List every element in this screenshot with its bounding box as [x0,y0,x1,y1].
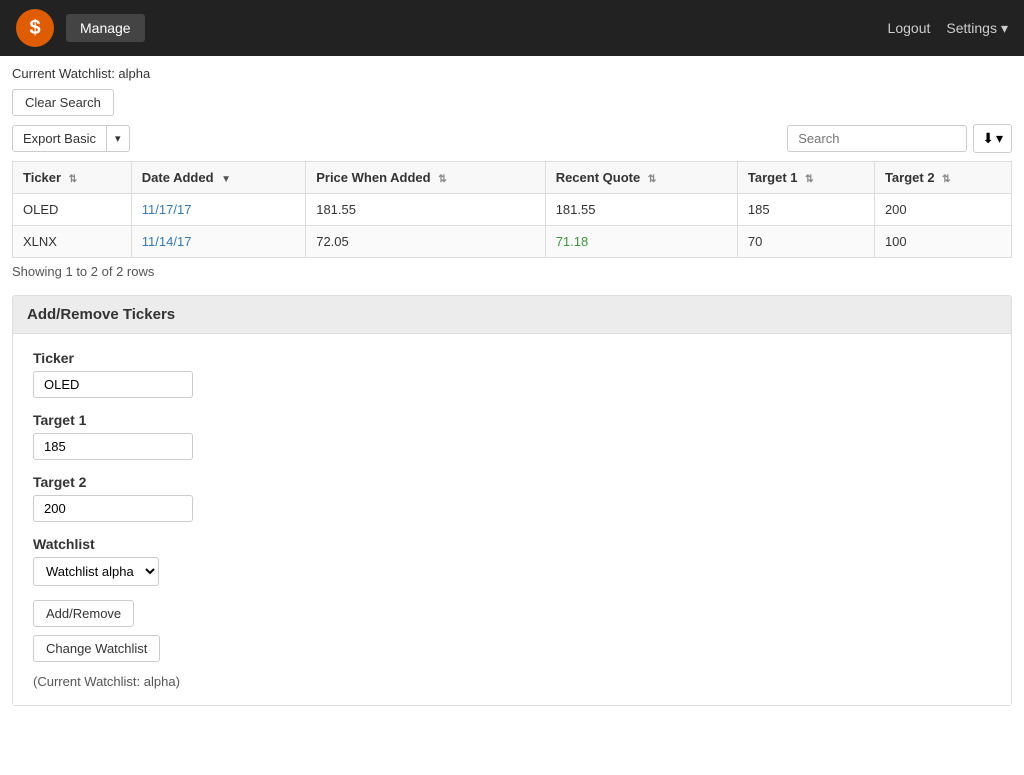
target1-input[interactable] [33,433,193,460]
dropdown-caret-icon: ▾ [996,130,1003,147]
page-content: Current Watchlist: alpha Clear Search Ex… [0,56,1024,728]
cell-ticker: OLED [13,194,132,226]
settings-dropdown[interactable]: Settings ▾ [946,20,1008,37]
watchlist-group: Watchlist Watchlist alpha [33,536,991,586]
add-remove-body: Ticker Target 1 Target 2 Watchlist Watch… [13,334,1011,705]
watchlist-table: Ticker ⇅ Date Added ▼ Price When Added ⇅… [12,161,1012,258]
col-ticker[interactable]: Ticker ⇅ [13,162,132,194]
col-target1[interactable]: Target 1 ⇅ [737,162,874,194]
brand-logo: $ [16,9,58,47]
navbar-right: Logout Settings ▾ [888,20,1008,37]
export-label[interactable]: Export Basic [13,126,107,151]
cell-target1: 185 [737,194,874,226]
col-date-added[interactable]: Date Added ▼ [131,162,305,194]
clear-search-button[interactable]: Clear Search [12,89,114,116]
navbar: $ Manage Logout Settings ▾ [0,0,1024,56]
toolbar-row: Export Basic ▾ ⬇ ▾ [12,124,1012,153]
sort-icon-price: ⇅ [438,174,446,185]
change-watchlist-button[interactable]: Change Watchlist [33,635,160,662]
sort-icon-target1: ⇅ [805,174,813,185]
ticker-input[interactable] [33,371,193,398]
settings-caret-icon: ▾ [1001,20,1008,37]
row-count-text: Showing 1 to 2 of 2 rows [12,264,1012,279]
manage-button[interactable]: Manage [66,14,145,42]
action-buttons: Add/Remove Change Watchlist (Current Wat… [33,600,991,689]
cell-recent-quote: 71.18 [545,226,737,258]
target2-input[interactable] [33,495,193,522]
table-body: OLED 11/17/17 181.55 181.55 185 200 XLNX… [13,194,1012,258]
current-watchlist-note: (Current Watchlist: alpha) [33,674,180,689]
add-remove-section: Add/Remove Tickers Ticker Target 1 Targe… [12,295,1012,706]
watchlist-label: Watchlist [33,536,991,552]
cell-ticker: XLNX [13,226,132,258]
ticker-group: Ticker [33,350,991,398]
watchlist-select[interactable]: Watchlist alpha [33,557,159,586]
cell-target2: 100 [874,226,1011,258]
toolbar-left: Export Basic ▾ [12,125,130,152]
download-icon-button[interactable]: ⬇ ▾ [973,124,1012,153]
search-input[interactable] [787,125,967,152]
export-dropdown[interactable]: Export Basic ▾ [12,125,130,152]
current-watchlist-label: Current Watchlist: alpha [12,66,1012,81]
target2-group: Target 2 [33,474,991,522]
sort-icon-ticker: ⇅ [69,174,77,185]
toolbar-right: ⬇ ▾ [787,124,1012,153]
table-row: XLNX 11/14/17 72.05 71.18 70 100 [13,226,1012,258]
cell-recent-quote: 181.55 [545,194,737,226]
cell-price-when-added: 181.55 [306,194,545,226]
brand-icon: $ [16,9,54,47]
add-remove-button[interactable]: Add/Remove [33,600,134,627]
target1-label: Target 1 [33,412,991,428]
add-remove-header: Add/Remove Tickers [13,296,1011,334]
table-row: OLED 11/17/17 181.55 181.55 185 200 [13,194,1012,226]
col-price-when-added[interactable]: Price When Added ⇅ [306,162,545,194]
cell-target2: 200 [874,194,1011,226]
download-icon: ⬇ [982,130,994,147]
sort-icon-recent: ⇅ [648,174,656,185]
cell-price-when-added: 72.05 [306,226,545,258]
col-target2[interactable]: Target 2 ⇅ [874,162,1011,194]
sort-icon-target2: ⇅ [942,174,950,185]
cell-date-added[interactable]: 11/14/17 [131,226,305,258]
table-header: Ticker ⇅ Date Added ▼ Price When Added ⇅… [13,162,1012,194]
sort-icon-date: ▼ [221,174,231,185]
ticker-label: Ticker [33,350,991,366]
target2-label: Target 2 [33,474,991,490]
col-recent-quote[interactable]: Recent Quote ⇅ [545,162,737,194]
logout-link[interactable]: Logout [888,20,931,36]
cell-date-added[interactable]: 11/17/17 [131,194,305,226]
target1-group: Target 1 [33,412,991,460]
export-caret-icon[interactable]: ▾ [107,127,129,150]
cell-target1: 70 [737,226,874,258]
